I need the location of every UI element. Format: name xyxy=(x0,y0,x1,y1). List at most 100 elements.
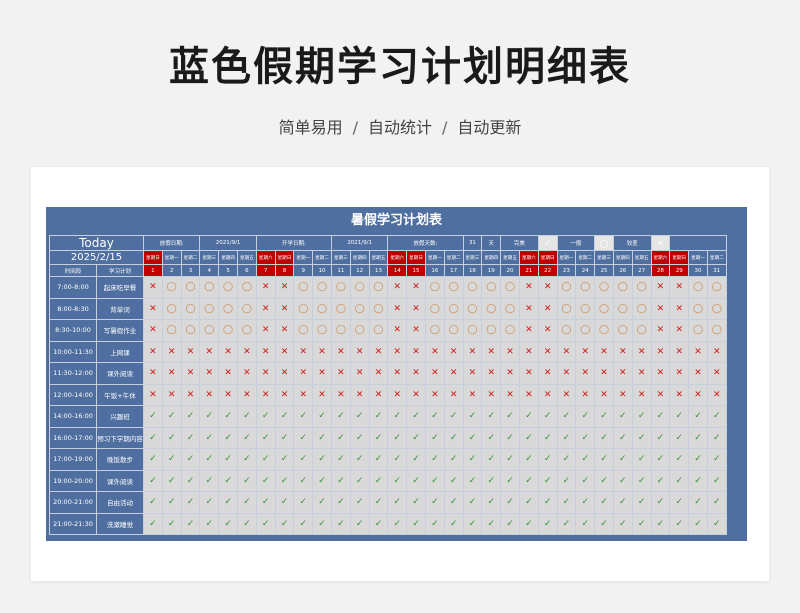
status-mark[interactable]: ✕ xyxy=(537,383,558,406)
status-mark[interactable]: ✓ xyxy=(330,469,351,492)
status-mark[interactable]: ✓ xyxy=(575,405,596,428)
status-mark[interactable]: ◯ xyxy=(312,319,332,342)
status-mark[interactable]: ✕ xyxy=(387,319,408,342)
status-mark[interactable]: ◯ xyxy=(368,319,389,342)
status-mark[interactable]: ✓ xyxy=(274,448,295,471)
status-mark[interactable]: ◯ xyxy=(180,297,201,320)
status-mark[interactable]: ✕ xyxy=(293,362,314,385)
status-mark[interactable]: ✕ xyxy=(387,340,408,363)
status-mark[interactable]: ✕ xyxy=(575,362,596,385)
status-mark[interactable]: ◯ xyxy=(236,297,257,320)
status-mark[interactable]: ◯ xyxy=(199,276,220,299)
status-mark[interactable]: ✕ xyxy=(669,297,690,320)
status-mark[interactable]: ✓ xyxy=(688,491,708,514)
status-mark[interactable]: ✕ xyxy=(143,340,163,363)
weekday-cell[interactable]: 星期日 xyxy=(274,250,295,265)
status-mark[interactable]: ✓ xyxy=(612,448,633,471)
status-mark[interactable]: ✕ xyxy=(669,319,690,342)
status-mark[interactable]: ✓ xyxy=(255,469,276,492)
status-mark[interactable]: ✓ xyxy=(293,426,314,449)
status-mark[interactable]: ◯ xyxy=(594,319,614,342)
status-mark[interactable]: ✓ xyxy=(575,426,596,449)
status-mark[interactable]: ✓ xyxy=(180,512,201,535)
status-mark[interactable]: ✓ xyxy=(631,426,652,449)
status-mark[interactable]: ✓ xyxy=(293,512,314,535)
weekday-cell[interactable]: 星期三 xyxy=(594,250,614,265)
status-mark[interactable]: ◯ xyxy=(556,319,577,342)
status-mark[interactable]: ✓ xyxy=(236,426,257,449)
day-number-cell[interactable]: 12 xyxy=(349,264,370,277)
status-mark[interactable]: ✓ xyxy=(669,469,690,492)
status-mark[interactable]: ✕ xyxy=(537,297,558,320)
day-number-cell[interactable]: 9 xyxy=(293,264,314,277)
status-mark[interactable]: ✓ xyxy=(462,491,483,514)
status-mark[interactable]: ✓ xyxy=(406,491,426,514)
status-mark[interactable]: ✕ xyxy=(612,383,633,406)
status-mark[interactable]: ✓ xyxy=(236,491,257,514)
school-start-label[interactable]: 开学日期: xyxy=(255,235,332,251)
status-mark[interactable]: ✓ xyxy=(218,426,238,449)
weekday-cell[interactable]: 星期一 xyxy=(688,250,708,265)
status-mark[interactable]: ✕ xyxy=(180,362,201,385)
status-mark[interactable]: ◯ xyxy=(424,319,445,342)
status-mark[interactable]: ✓ xyxy=(349,512,370,535)
weekday-cell[interactable]: 星期二 xyxy=(575,250,596,265)
status-mark[interactable]: ✕ xyxy=(274,340,295,363)
status-mark[interactable]: ✓ xyxy=(349,426,370,449)
status-mark[interactable]: ✓ xyxy=(594,448,614,471)
status-mark[interactable]: ✕ xyxy=(706,383,727,406)
weekday-cell[interactable]: 星期五 xyxy=(631,250,652,265)
status-mark[interactable]: ✓ xyxy=(387,448,408,471)
status-mark[interactable]: ✓ xyxy=(500,405,520,428)
time-slot[interactable]: 19:00-20:00 xyxy=(49,469,97,492)
status-mark[interactable]: ✕ xyxy=(443,362,464,385)
status-mark[interactable]: ✓ xyxy=(424,405,445,428)
status-mark[interactable]: ✕ xyxy=(255,340,276,363)
status-mark[interactable]: ✓ xyxy=(688,448,708,471)
status-mark[interactable]: ✕ xyxy=(556,383,577,406)
day-number-cell[interactable]: 14 xyxy=(387,264,408,277)
status-mark[interactable]: ✕ xyxy=(143,297,163,320)
status-mark[interactable]: ✓ xyxy=(143,448,163,471)
status-mark[interactable]: ✓ xyxy=(274,405,295,428)
vacation-start-value[interactable]: 2021/9/1 xyxy=(199,235,257,251)
status-mark[interactable]: ✓ xyxy=(462,448,483,471)
status-mark[interactable]: ✓ xyxy=(462,469,483,492)
today-label[interactable]: Today xyxy=(49,235,144,251)
status-mark[interactable]: ✕ xyxy=(518,340,539,363)
status-mark[interactable]: ✓ xyxy=(424,448,445,471)
time-slot[interactable]: 14:00-16:00 xyxy=(49,405,97,428)
status-mark[interactable]: ✕ xyxy=(274,383,295,406)
status-mark[interactable]: ✓ xyxy=(443,491,464,514)
status-mark[interactable]: ✓ xyxy=(424,469,445,492)
status-mark[interactable]: ✓ xyxy=(368,491,389,514)
status-mark[interactable]: ✕ xyxy=(236,383,257,406)
status-mark[interactable]: ✓ xyxy=(161,512,182,535)
status-mark[interactable]: ✓ xyxy=(650,405,671,428)
time-slot[interactable]: 7:00-8:00 xyxy=(49,276,97,299)
activity[interactable]: 起床吃早餐 xyxy=(96,276,144,299)
status-mark[interactable]: ✕ xyxy=(669,340,690,363)
status-mark[interactable]: ✓ xyxy=(368,426,389,449)
status-mark[interactable]: ◯ xyxy=(688,276,708,299)
status-mark[interactable]: ✓ xyxy=(161,491,182,514)
status-mark[interactable]: ✓ xyxy=(293,491,314,514)
status-mark[interactable]: ✕ xyxy=(669,383,690,406)
status-mark[interactable]: ✕ xyxy=(406,276,426,299)
status-mark[interactable]: ◯ xyxy=(575,297,596,320)
status-mark[interactable]: ✓ xyxy=(443,426,464,449)
status-mark[interactable]: ✕ xyxy=(706,362,727,385)
status-mark[interactable]: ✕ xyxy=(612,362,633,385)
status-mark[interactable]: ✓ xyxy=(631,469,652,492)
status-mark[interactable]: ✓ xyxy=(594,405,614,428)
weekday-cell[interactable]: 星期六 xyxy=(650,250,671,265)
day-number-cell[interactable]: 11 xyxy=(330,264,351,277)
time-slot[interactable]: 12:00-14:00 xyxy=(49,383,97,406)
status-mark[interactable]: ✓ xyxy=(518,426,539,449)
status-mark[interactable]: ✓ xyxy=(443,448,464,471)
status-mark[interactable]: ✕ xyxy=(199,383,220,406)
status-mark[interactable]: ✓ xyxy=(236,405,257,428)
status-mark[interactable]: ◯ xyxy=(236,319,257,342)
activity[interactable]: 预习下学期内容 xyxy=(96,426,144,449)
status-mark[interactable]: ◯ xyxy=(688,319,708,342)
